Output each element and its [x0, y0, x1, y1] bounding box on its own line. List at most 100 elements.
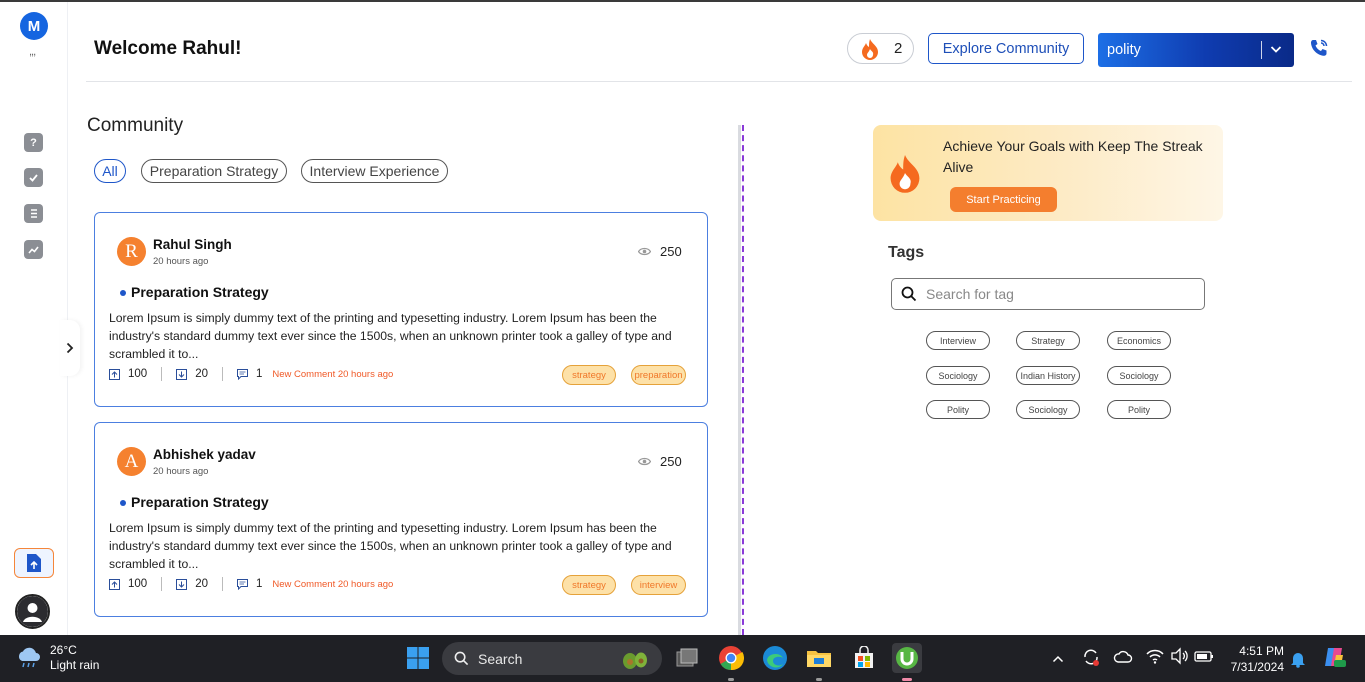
- upload-document-button[interactable]: [14, 548, 54, 578]
- community-title: Community: [87, 115, 184, 136]
- upvote-icon: [109, 368, 120, 380]
- upvote-button[interactable]: 100: [109, 578, 147, 590]
- utorrent-icon[interactable]: [892, 643, 922, 673]
- tag-chip[interactable]: Polity: [1107, 400, 1171, 419]
- rain-cloud-icon: [18, 647, 40, 668]
- upvote-button[interactable]: 100: [109, 368, 147, 380]
- avocado-icon: [623, 652, 647, 669]
- chevron-up-icon[interactable]: [1052, 651, 1064, 669]
- category-dot: [120, 500, 126, 506]
- streak-counter[interactable]: 2: [847, 33, 914, 64]
- tags-heading: Tags: [888, 244, 925, 261]
- phone-call-icon[interactable]: [1309, 38, 1329, 63]
- post-tag[interactable]: strategy: [562, 365, 616, 385]
- chevron-down-icon: [1269, 42, 1283, 60]
- filter-chip-interview-experience[interactable]: Interview Experience: [301, 159, 448, 183]
- stat-divider: [221, 367, 223, 381]
- notebook-icon[interactable]: [24, 204, 43, 223]
- weather-widget[interactable]: 26°C Light rain: [16, 643, 99, 673]
- windows-taskbar: 26°C Light rain Search 4:51 PM 7/31/2024: [0, 635, 1365, 682]
- user-avatar[interactable]: [15, 594, 50, 629]
- clock-date: 7/31/2024: [1230, 660, 1284, 674]
- comment-count: 1: [255, 578, 263, 590]
- tag-chip[interactable]: Sociology: [1107, 366, 1171, 385]
- eye-icon: [638, 457, 651, 466]
- post-tag[interactable]: strategy: [562, 575, 616, 595]
- taskbar-search[interactable]: Search: [442, 642, 662, 675]
- post-time: 20 hours ago: [153, 256, 209, 267]
- cloud-drive-icon[interactable]: [1113, 647, 1133, 672]
- sidebar-expand-toggle[interactable]: [60, 320, 80, 376]
- post-body: Lorem Ipsum is simply dummy text of the …: [109, 521, 672, 571]
- battery-icon[interactable]: [1194, 647, 1214, 670]
- active-app-indicator: [902, 678, 912, 681]
- system-clock[interactable]: 4:51 PM 7/31/2024: [1222, 643, 1284, 675]
- post-author[interactable]: Abhishek yadav: [153, 447, 256, 462]
- tag-chip[interactable]: Sociology: [926, 366, 990, 385]
- post-views: 250: [638, 244, 682, 259]
- task-view-icon[interactable]: [672, 643, 702, 673]
- question-icon[interactable]: ?: [24, 133, 43, 152]
- post-card[interactable]: A Abhishek yadav 20 hours ago 250 Prepar…: [94, 422, 708, 617]
- downvote-icon: [176, 578, 188, 590]
- post-stats: 100 20 1 New Comment 20 hours ago: [109, 367, 393, 381]
- exam-select-dropdown[interactable]: polity: [1098, 33, 1294, 67]
- flame-icon: [862, 38, 878, 60]
- downvote-button[interactable]: 20: [176, 368, 208, 380]
- tag-chip[interactable]: Indian History: [1016, 366, 1080, 385]
- post-tag[interactable]: interview: [631, 575, 686, 595]
- tag-chip[interactable]: Economics: [1107, 331, 1171, 350]
- trending-chart-icon[interactable]: [24, 240, 43, 259]
- tag-chip[interactable]: Sociology: [1016, 400, 1080, 419]
- downvote-count: 20: [195, 578, 208, 590]
- comment-count: 1: [255, 368, 263, 380]
- tag-search-box[interactable]: [891, 278, 1205, 310]
- post-author[interactable]: Rahul Singh: [153, 237, 232, 252]
- comment-button[interactable]: 1: [236, 368, 263, 380]
- clock-time: 4:51 PM: [1239, 644, 1284, 658]
- post-tag[interactable]: preparation: [631, 365, 686, 385]
- notification-bell-icon[interactable]: [1290, 650, 1306, 673]
- start-practicing-button[interactable]: Start Practicing: [950, 187, 1057, 212]
- author-avatar: R: [117, 237, 146, 266]
- microsoft-store-icon[interactable]: [849, 643, 879, 673]
- filter-chip-all[interactable]: All: [94, 159, 126, 183]
- downvote-button[interactable]: 20: [176, 578, 208, 590]
- explore-community-button[interactable]: Explore Community: [928, 33, 1084, 64]
- file-explorer-icon[interactable]: [804, 643, 834, 673]
- upvote-icon: [109, 578, 120, 590]
- category-dot: [120, 290, 126, 296]
- streak-banner-text: Achieve Your Goals with Keep The Streak …: [943, 138, 1203, 175]
- tag-chip[interactable]: Interview: [926, 331, 990, 350]
- clipboard-check-icon[interactable]: [24, 168, 43, 187]
- chrome-icon[interactable]: [716, 643, 746, 673]
- new-comment-note: New Comment 20 hours ago: [272, 578, 394, 590]
- header-divider: [86, 81, 1352, 82]
- comment-icon: [236, 368, 248, 380]
- user-icon: [17, 596, 48, 627]
- tag-search-input[interactable]: [926, 286, 1186, 302]
- copilot-icon[interactable]: [1322, 645, 1346, 674]
- exam-select-value: polity: [1107, 42, 1141, 58]
- edge-icon[interactable]: [760, 643, 790, 673]
- sync-icon[interactable]: [1081, 647, 1101, 672]
- volume-icon[interactable]: [1170, 647, 1190, 670]
- windows-start-icon[interactable]: [403, 643, 433, 673]
- comment-button[interactable]: 1: [236, 578, 263, 590]
- stat-divider: [221, 577, 223, 591]
- post-category: Preparation Strategy: [131, 284, 269, 300]
- filter-chip-preparation-strategy[interactable]: Preparation Strategy: [141, 159, 287, 183]
- logo-letter: M: [27, 17, 41, 35]
- upvote-count: 100: [128, 368, 148, 380]
- post-body: Lorem Ipsum is simply dummy text of the …: [109, 311, 672, 361]
- wifi-icon[interactable]: [1145, 647, 1165, 670]
- app-logo[interactable]: M: [20, 12, 48, 40]
- welcome-heading: Welcome Rahul!: [94, 38, 242, 59]
- flame-icon: [887, 153, 923, 198]
- tag-chip[interactable]: Polity: [926, 400, 990, 419]
- taskbar-search-label: Search: [478, 650, 523, 667]
- views-count: 250: [660, 454, 682, 469]
- scroll-track[interactable]: [738, 125, 741, 635]
- post-card[interactable]: R Rahul Singh 20 hours ago 250 Preparati…: [94, 212, 708, 407]
- tag-chip[interactable]: Strategy: [1016, 331, 1080, 350]
